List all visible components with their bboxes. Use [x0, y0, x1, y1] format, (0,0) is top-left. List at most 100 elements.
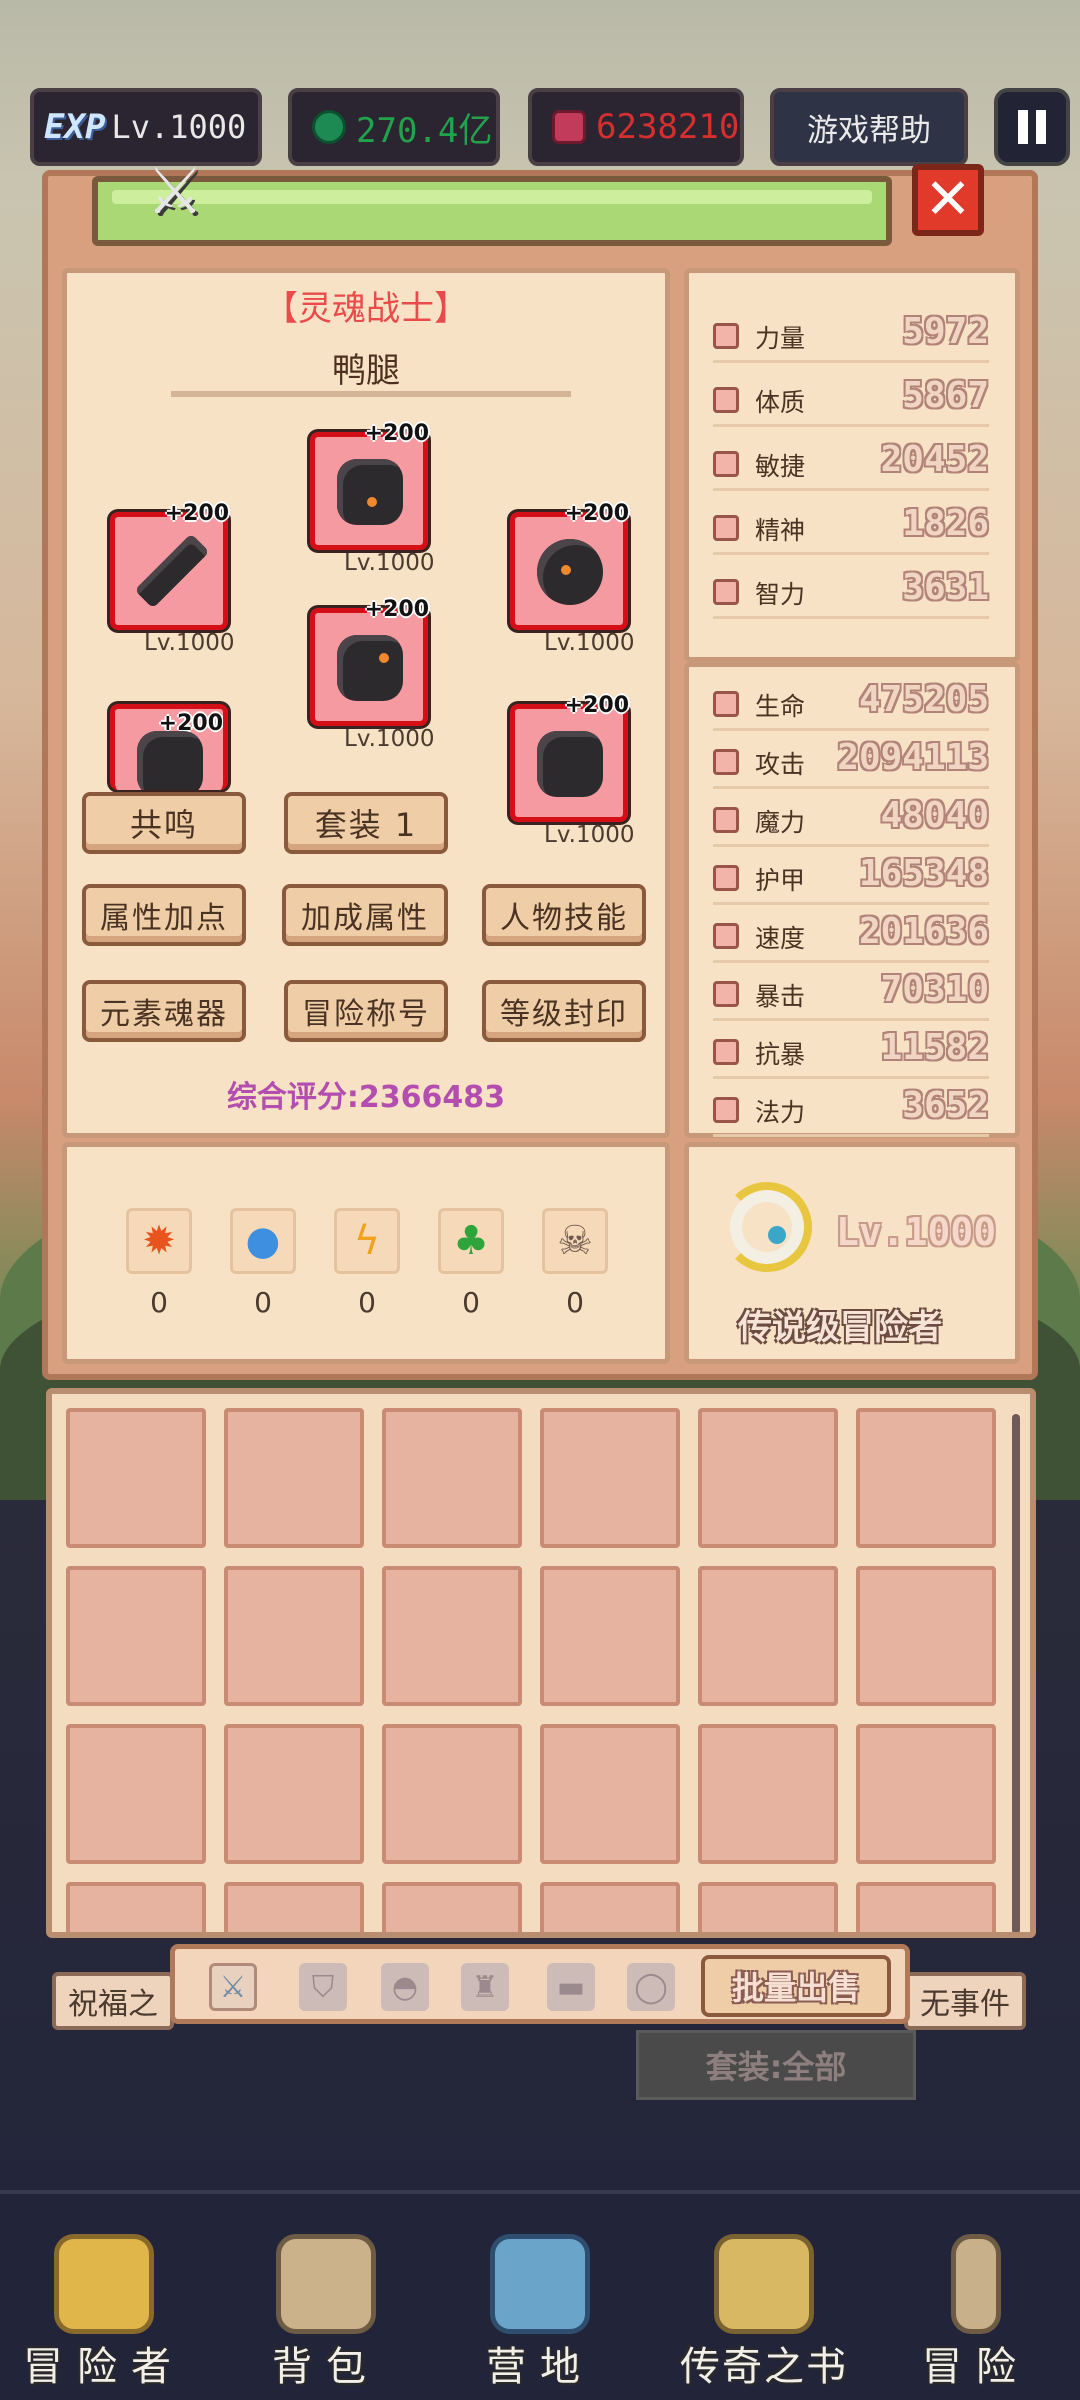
bulk-sell-button[interactable]: 批量出售 — [701, 1955, 891, 2017]
inventory-slot[interactable] — [382, 1408, 522, 1548]
inventory-slot[interactable] — [224, 1882, 364, 1932]
inventory-slot[interactable] — [540, 1566, 680, 1706]
brain-icon — [713, 579, 739, 605]
nav-camp[interactable]: 营地 — [440, 2194, 640, 2400]
inventory-slot[interactable] — [224, 1724, 364, 1864]
crit-resist-icon — [713, 1039, 739, 1065]
boots-icon — [537, 731, 603, 797]
adventure-title-button[interactable]: 冒险称号 — [284, 980, 448, 1042]
base-stats-panel: 力量 5972 体质 5867 敏捷 20452 精神 1826 智力 3631 — [684, 268, 1020, 662]
equip-slot-helmet[interactable]: +200 — [310, 421, 429, 550]
stat-label: 抗暴 — [755, 1040, 806, 1069]
nav-legend-book[interactable]: 传奇之书 — [664, 2194, 864, 2400]
pause-button[interactable] — [994, 88, 1070, 166]
strength-icon — [713, 323, 739, 349]
stat-value: 70310 — [880, 969, 989, 1010]
attribute-points-button[interactable]: 属性加点 — [82, 884, 246, 946]
stat-label: 护甲 — [755, 866, 806, 895]
leaf-icon[interactable]: ♣ — [438, 1208, 504, 1274]
tab-helmet[interactable]: ◓ — [381, 1963, 429, 2011]
stat-value: 48040 — [880, 795, 989, 836]
resonance-button[interactable]: 共鸣 — [82, 792, 246, 854]
inventory-slot[interactable] — [698, 1882, 838, 1932]
tab-belt[interactable]: ▬ — [547, 1963, 595, 2011]
leaf-count: 0 — [462, 1286, 480, 1319]
life-icon — [713, 691, 739, 717]
lightning-icon[interactable]: ϟ — [334, 1208, 400, 1274]
equip-level-armor: Lv.1000 — [344, 726, 435, 752]
game-help-button[interactable]: 游戏帮助 — [770, 88, 968, 166]
tab-weapon[interactable]: ⚔ — [209, 1963, 257, 2011]
inventory-scrollbar[interactable] — [1012, 1414, 1020, 1932]
fire-icon[interactable]: ✹ — [126, 1208, 192, 1274]
element-soul-button[interactable]: 元素魂器 — [82, 980, 246, 1042]
level-seal-button[interactable]: 等级封印 — [482, 980, 646, 1042]
stat-label: 攻击 — [755, 750, 806, 779]
equip-level-helmet: Lv.1000 — [344, 550, 435, 576]
equip-level-weapon: Lv.1000 — [144, 630, 235, 656]
tab-shield[interactable]: ⛉ — [299, 1963, 347, 2011]
stat-row: 暴击 70310 — [689, 969, 1015, 1021]
inventory-slot[interactable] — [698, 1724, 838, 1864]
close-button[interactable]: ✕ — [912, 164, 984, 236]
background-right-chip: 无事件 — [904, 1972, 1026, 2030]
bottom-nav: 冒险者 背包 营地 传奇之书 冒险 — [0, 2190, 1080, 2400]
ruby-count: 6238210 — [596, 107, 740, 147]
tab-armor[interactable]: ♜ — [461, 1963, 509, 2011]
nav-adventurer[interactable]: 冒险者 — [4, 2194, 204, 2400]
equip-slot-shield[interactable]: +200 — [510, 501, 629, 630]
character-skills-button[interactable]: 人物技能 — [482, 884, 646, 946]
equip-slot-weapon[interactable]: +200 — [110, 501, 229, 630]
tab-ring[interactable]: ◯ — [627, 1963, 675, 2011]
inventory-slot[interactable] — [856, 1566, 996, 1706]
stat-label: 魔力 — [755, 808, 806, 837]
ruby-icon — [552, 110, 586, 144]
set-filter-dropdown[interactable]: 套装:全部 — [636, 2030, 916, 2100]
stat-row: 生命 475205 — [689, 679, 1015, 731]
inventory-slot[interactable] — [66, 1566, 206, 1706]
inventory-slot[interactable] — [698, 1408, 838, 1548]
inventory-slot[interactable] — [540, 1408, 680, 1548]
stat-row: 力量 5972 — [689, 311, 1015, 363]
crown-icon — [54, 2234, 154, 2334]
nav-label: 传奇之书 — [680, 2344, 848, 2390]
nav-adventure[interactable]: 冒险 — [876, 2194, 1076, 2400]
inventory-slot[interactable] — [540, 1724, 680, 1864]
ring-icon: ◯ — [634, 1969, 668, 2005]
enhance-level: +200 — [364, 597, 429, 622]
green-gem-icon — [312, 110, 346, 144]
inventory-slot[interactable] — [382, 1566, 522, 1706]
inventory-slot[interactable] — [382, 1882, 522, 1932]
inventory-slot[interactable] — [66, 1724, 206, 1864]
skull-icon[interactable]: ☠ — [542, 1208, 608, 1274]
bonus-attributes-button[interactable]: 加成属性 — [282, 884, 448, 946]
inventory-slot[interactable] — [66, 1408, 206, 1548]
stat-value: 1826 — [902, 503, 989, 544]
equip-level-shield: Lv.1000 — [544, 630, 635, 656]
set-button[interactable]: 套装 1 — [284, 792, 448, 854]
emblem-gem — [768, 1226, 786, 1244]
inventory-slot[interactable] — [856, 1882, 996, 1932]
inventory-slot[interactable] — [382, 1724, 522, 1864]
inventory-slot[interactable] — [856, 1724, 996, 1864]
stat-value: 475205 — [858, 679, 989, 720]
heart-icon — [713, 387, 739, 413]
nav-label: 背包 — [272, 2344, 380, 2390]
stat-value: 5867 — [902, 375, 989, 416]
stat-row: 魔力 48040 — [689, 795, 1015, 847]
nav-backpack[interactable]: 背包 — [226, 2194, 426, 2400]
inventory-slot[interactable] — [540, 1882, 680, 1932]
equip-slot-boots[interactable]: +200 — [510, 693, 629, 822]
inventory-slot[interactable] — [698, 1566, 838, 1706]
speed-icon — [713, 923, 739, 949]
inventory-slot[interactable] — [856, 1408, 996, 1548]
equip-slot-gloves[interactable]: +200 — [110, 704, 228, 790]
inventory-slot[interactable] — [66, 1882, 206, 1932]
water-icon[interactable]: ● — [230, 1208, 296, 1274]
stat-label: 生命 — [755, 692, 806, 721]
stat-row: 抗暴 11582 — [689, 1027, 1015, 1079]
inventory-slot[interactable] — [224, 1408, 364, 1548]
equip-slot-armor[interactable]: +200 — [310, 597, 429, 726]
inventory-slot[interactable] — [224, 1566, 364, 1706]
lightning-count: 0 — [358, 1286, 376, 1319]
